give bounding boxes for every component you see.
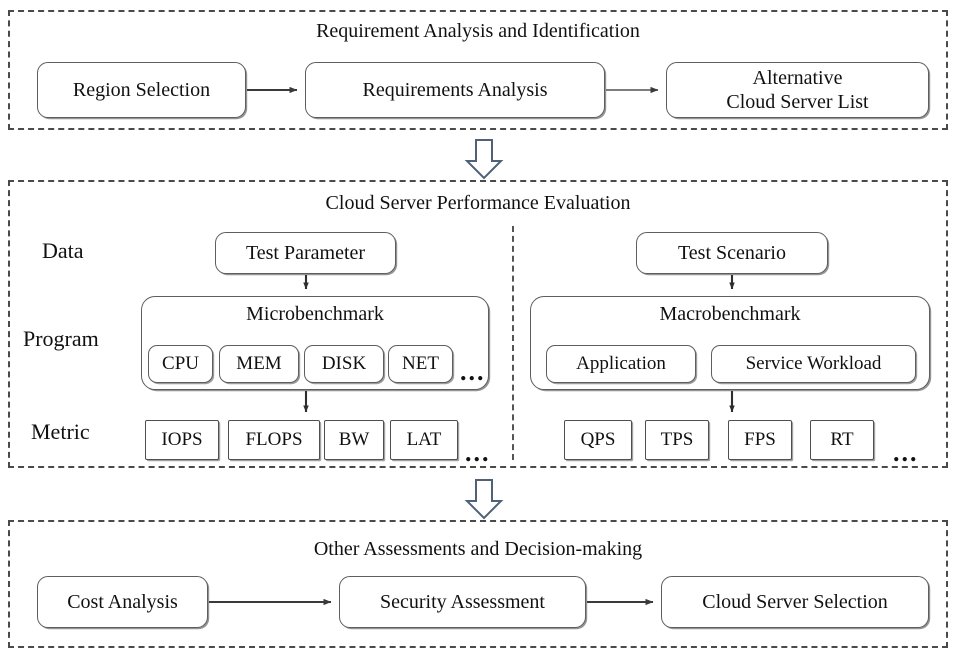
diagram-canvas: Requirement Analysis and Identification … bbox=[0, 0, 958, 656]
chip-service-workload[interactable]: Service Workload bbox=[711, 345, 916, 383]
chip-mem[interactable]: MEM bbox=[219, 345, 299, 383]
metric-iops[interactable]: IOPS bbox=[145, 420, 219, 460]
node-cloud-server-selection[interactable]: Cloud Server Selection bbox=[661, 576, 929, 628]
stage-title-requirement: Requirement Analysis and Identification bbox=[316, 20, 640, 42]
metric-fps[interactable]: FPS bbox=[728, 420, 792, 460]
row-label-data: Data bbox=[42, 238, 84, 263]
node-cost-analysis[interactable]: Cost Analysis bbox=[37, 576, 208, 628]
block-arrow-evaluation-to-decision bbox=[464, 479, 504, 520]
node-test-parameter[interactable]: Test Parameter bbox=[215, 232, 396, 274]
metric-more-micro: ... bbox=[465, 438, 491, 467]
chip-disk[interactable]: DISK bbox=[304, 345, 384, 383]
metric-bw[interactable]: BW bbox=[324, 420, 384, 460]
metric-rt[interactable]: RT bbox=[810, 420, 874, 460]
group-title-macrobenchmark: Macrobenchmark bbox=[659, 303, 801, 325]
chip-net[interactable]: NET bbox=[388, 345, 453, 383]
stage-title-evaluation: Cloud Server Performance Evaluation bbox=[325, 192, 631, 214]
node-region-selection[interactable]: Region Selection bbox=[37, 62, 246, 118]
chip-cpu[interactable]: CPU bbox=[148, 345, 213, 383]
node-alternative-line1: Alternative bbox=[752, 66, 843, 89]
metric-lat[interactable]: LAT bbox=[390, 420, 458, 460]
metric-qps[interactable]: QPS bbox=[564, 420, 632, 460]
node-alternative-cloud-server-list[interactable]: Alternative Cloud Server List bbox=[666, 62, 929, 118]
metric-more-macro: ... bbox=[893, 438, 919, 467]
block-arrow-requirement-to-evaluation bbox=[464, 139, 504, 180]
metric-tps[interactable]: TPS bbox=[645, 420, 709, 460]
node-test-scenario[interactable]: Test Scenario bbox=[636, 232, 828, 274]
node-security-assessment[interactable]: Security Assessment bbox=[339, 576, 586, 628]
node-alternative-line2: Cloud Server List bbox=[726, 91, 869, 113]
group-macrobenchmark: Macrobenchmark Application Service Workl… bbox=[530, 296, 930, 390]
row-label-program: Program bbox=[23, 326, 99, 351]
node-requirements-analysis[interactable]: Requirements Analysis bbox=[305, 62, 605, 118]
chip-application[interactable]: Application bbox=[546, 345, 696, 383]
chip-more-micro: ... bbox=[460, 357, 486, 386]
metric-flops[interactable]: FLOPS bbox=[228, 420, 320, 460]
stage-title-decision: Other Assessments and Decision-making bbox=[313, 538, 643, 560]
group-microbenchmark: Microbenchmark CPU MEM DISK NET ... bbox=[141, 296, 489, 390]
row-label-metric: Metric bbox=[31, 419, 90, 444]
group-title-microbenchmark: Microbenchmark bbox=[246, 303, 384, 325]
evaluation-column-divider bbox=[512, 226, 514, 460]
